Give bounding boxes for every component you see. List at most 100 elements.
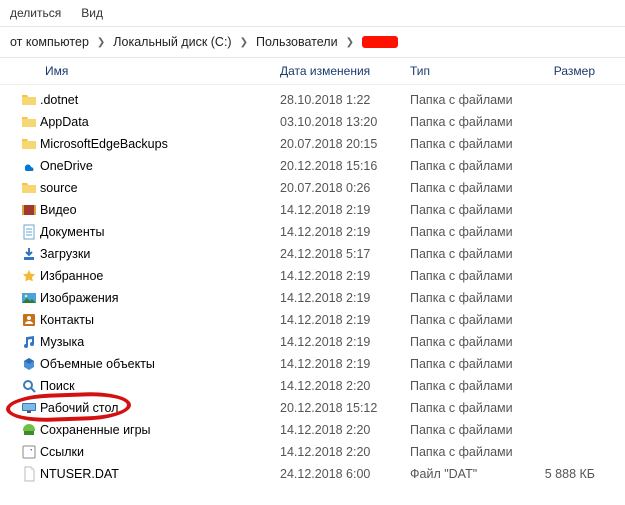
file-date: 14.12.2018 2:20 — [280, 379, 410, 393]
file-row[interactable]: .dotnet28.10.2018 1:22Папка с файлами — [0, 89, 625, 111]
menu-share[interactable]: делиться — [10, 6, 61, 20]
download-icon — [18, 246, 40, 262]
file-row[interactable]: Загрузки24.12.2018 5:17Папка с файлами — [0, 243, 625, 265]
desktop-icon — [18, 400, 40, 416]
file-name: Контакты — [40, 313, 280, 327]
file-row[interactable]: Поиск14.12.2018 2:20Папка с файлами — [0, 375, 625, 397]
file-name: Изображения — [40, 291, 280, 305]
file-date: 20.07.2018 20:15 — [280, 137, 410, 151]
file-row[interactable]: Избранное14.12.2018 2:19Папка с файлами — [0, 265, 625, 287]
file-type: Папка с файлами — [410, 423, 530, 437]
file-name: Рабочий стол — [40, 401, 280, 415]
chevron-right-icon: ❯ — [97, 37, 105, 48]
file-type: Папка с файлами — [410, 181, 530, 195]
file-name: AppData — [40, 115, 280, 129]
file-date: 14.12.2018 2:19 — [280, 225, 410, 239]
file-name: Ссылки — [40, 445, 280, 459]
folder-icon — [18, 136, 40, 152]
file-row[interactable]: Музыка14.12.2018 2:19Папка с файлами — [0, 331, 625, 353]
file-type: Папка с файлами — [410, 247, 530, 261]
file-date: 14.12.2018 2:19 — [280, 291, 410, 305]
file-type: Папка с файлами — [410, 269, 530, 283]
header-name[interactable]: Имя — [45, 64, 280, 78]
document-icon — [18, 224, 40, 240]
file-list: .dotnet28.10.2018 1:22Папка с файламиApp… — [0, 85, 625, 489]
file-row[interactable]: AppData03.10.2018 13:20Папка с файлами — [0, 111, 625, 133]
file-name: Поиск — [40, 379, 280, 393]
file-type: Папка с файлами — [410, 137, 530, 151]
breadcrumb-computer[interactable]: от компьютер — [10, 35, 89, 49]
file-type: Папка с файлами — [410, 313, 530, 327]
file-date: 24.12.2018 5:17 — [280, 247, 410, 261]
file-date: 20.12.2018 15:12 — [280, 401, 410, 415]
file-name: Объемные объекты — [40, 357, 280, 371]
file-date: 14.12.2018 2:19 — [280, 269, 410, 283]
file-name: MicrosoftEdgeBackups — [40, 137, 280, 151]
file-date: 20.07.2018 0:26 — [280, 181, 410, 195]
file-name: Документы — [40, 225, 280, 239]
file-row[interactable]: NTUSER.DAT24.12.2018 6:00Файл "DAT"5 888… — [0, 463, 625, 485]
chevron-right-icon: ❯ — [240, 37, 248, 48]
breadcrumb-user-redacted[interactable] — [362, 36, 398, 48]
contacts-icon — [18, 312, 40, 328]
file-date: 28.10.2018 1:22 — [280, 93, 410, 107]
folder-icon — [18, 180, 40, 196]
header-size[interactable]: Размер — [530, 64, 610, 78]
file-date: 14.12.2018 2:19 — [280, 335, 410, 349]
header-type[interactable]: Тип — [410, 64, 530, 78]
file-name: Видео — [40, 203, 280, 217]
file-date: 24.12.2018 6:00 — [280, 467, 410, 481]
onedrive-icon — [18, 158, 40, 174]
file-type: Папка с файлами — [410, 401, 530, 415]
file-row[interactable]: Видео14.12.2018 2:19Папка с файлами — [0, 199, 625, 221]
file-type: Папка с файлами — [410, 445, 530, 459]
file-type: Папка с файлами — [410, 159, 530, 173]
saved-icon — [18, 422, 40, 438]
file-date: 20.12.2018 15:16 — [280, 159, 410, 173]
file-name: OneDrive — [40, 159, 280, 173]
file-row[interactable]: Документы14.12.2018 2:19Папка с файлами — [0, 221, 625, 243]
file-size: 5 888 КБ — [530, 467, 610, 481]
file-type: Папка с файлами — [410, 203, 530, 217]
file-row[interactable]: Контакты14.12.2018 2:19Папка с файлами — [0, 309, 625, 331]
file-name: Сохраненные игры — [40, 423, 280, 437]
file-date: 14.12.2018 2:19 — [280, 313, 410, 327]
file-type: Файл "DAT" — [410, 467, 530, 481]
file-row[interactable]: Ссылки14.12.2018 2:20Папка с файлами — [0, 441, 625, 463]
file-date: 14.12.2018 2:20 — [280, 423, 410, 437]
file-row[interactable]: Объемные объекты14.12.2018 2:19Папка с ф… — [0, 353, 625, 375]
file-type: Папка с файлами — [410, 93, 530, 107]
video-icon — [18, 202, 40, 218]
file-name: source — [40, 181, 280, 195]
file-name: NTUSER.DAT — [40, 467, 280, 481]
file-name: .dotnet — [40, 93, 280, 107]
picture-icon — [18, 290, 40, 306]
file-row[interactable]: Изображения14.12.2018 2:19Папка с файлам… — [0, 287, 625, 309]
breadcrumb-users[interactable]: Пользователи — [256, 35, 338, 49]
chevron-right-icon: ❯ — [346, 37, 354, 48]
file-row[interactable]: OneDrive20.12.2018 15:16Папка с файлами — [0, 155, 625, 177]
column-headers: Имя Дата изменения Тип Размер — [0, 58, 625, 85]
file-type: Папка с файлами — [410, 357, 530, 371]
menu-view[interactable]: Вид — [81, 6, 103, 20]
file-date: 14.12.2018 2:19 — [280, 203, 410, 217]
file-date: 03.10.2018 13:20 — [280, 115, 410, 129]
file-type: Папка с файлами — [410, 115, 530, 129]
file-row[interactable]: source20.07.2018 0:26Папка с файлами — [0, 177, 625, 199]
music-icon — [18, 334, 40, 350]
file-type: Папка с файлами — [410, 379, 530, 393]
folder-icon — [18, 114, 40, 130]
file-row[interactable]: Рабочий стол20.12.2018 15:12Папка с файл… — [0, 397, 625, 419]
file-row[interactable]: Сохраненные игры14.12.2018 2:20Папка с ф… — [0, 419, 625, 441]
menu-bar: делиться Вид — [0, 0, 625, 26]
search-icon — [18, 378, 40, 394]
file-date: 14.12.2018 2:19 — [280, 357, 410, 371]
header-date[interactable]: Дата изменения — [280, 64, 410, 78]
file-name: Избранное — [40, 269, 280, 283]
links-icon — [18, 444, 40, 460]
file-icon — [18, 466, 40, 482]
breadcrumb-drive-c[interactable]: Локальный диск (C:) — [113, 35, 231, 49]
file-row[interactable]: MicrosoftEdgeBackups20.07.2018 20:15Папк… — [0, 133, 625, 155]
file-name: Загрузки — [40, 247, 280, 261]
file-type: Папка с файлами — [410, 225, 530, 239]
